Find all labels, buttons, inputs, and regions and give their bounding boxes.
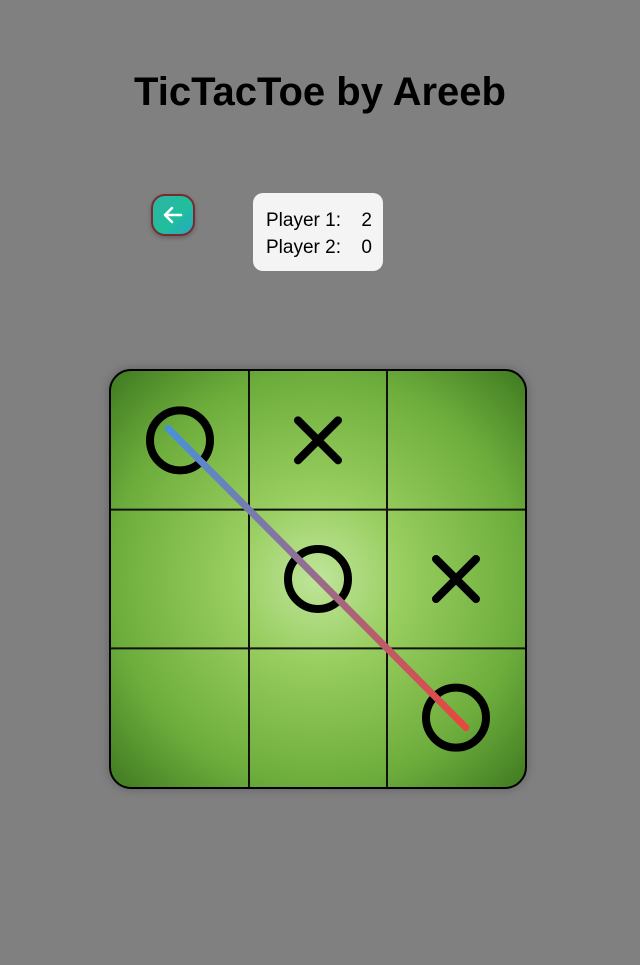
score-row-player2: Player 2: 0 [266, 234, 383, 261]
board-cell-6[interactable] [111, 648, 249, 787]
score-row-player1: Player 1: 2 [266, 207, 383, 234]
back-button[interactable] [151, 194, 195, 236]
player1-label: Player 1: [266, 210, 341, 231]
board-canvas [111, 371, 525, 787]
scoreboard: Player 1: 2 Player 2: 0 [253, 193, 383, 271]
player2-score: 0 [361, 237, 372, 258]
board-cell-1[interactable] [249, 371, 387, 510]
game-page: TicTacToe by Areeb Player 1: 2 Player 2:… [0, 0, 640, 965]
board-cell-7[interactable] [249, 648, 387, 787]
page-title: TicTacToe by Areeb [134, 70, 506, 114]
game-board [109, 369, 527, 789]
arrow-left-icon [163, 206, 183, 224]
board-cell-2[interactable] [387, 371, 525, 510]
board-cell-5[interactable] [387, 510, 525, 649]
board-cell-3[interactable] [111, 510, 249, 649]
player2-label: Player 2: [266, 237, 341, 258]
player1-score: 2 [361, 210, 372, 231]
